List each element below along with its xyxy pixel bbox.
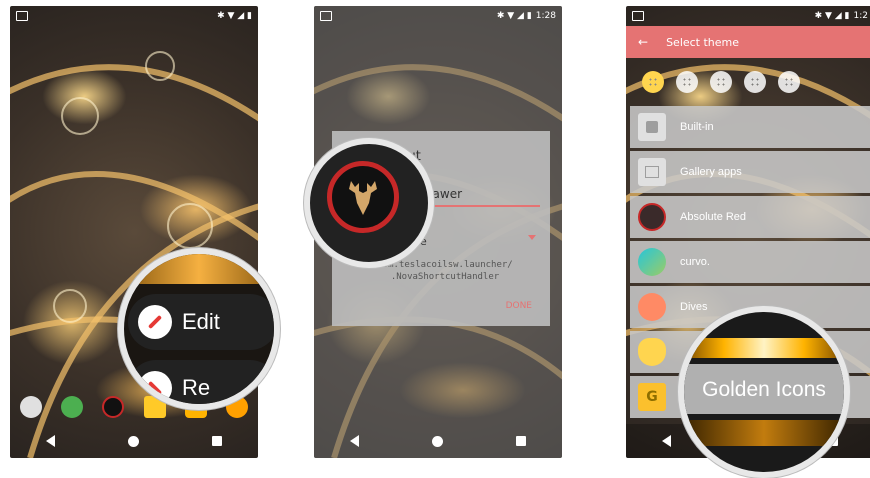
back-icon[interactable]	[662, 435, 672, 447]
magnifier-shortcut-icon	[304, 138, 434, 268]
magnified-wallpaper	[124, 254, 274, 284]
dives-icon	[638, 293, 666, 321]
package-line-2: .NovaShortcutHandler	[390, 272, 500, 282]
tulip-icon	[638, 338, 666, 366]
status-time: 1:2	[853, 11, 868, 21]
home-icon[interactable]	[431, 435, 443, 447]
input-underline	[420, 205, 540, 207]
magnified-wallpaper	[684, 420, 844, 446]
nav-bar	[10, 424, 258, 458]
notification-icon	[16, 11, 28, 21]
back-arrow-icon[interactable]: ←	[638, 35, 648, 49]
notification-icon	[632, 11, 644, 21]
tab-grid-color[interactable]	[744, 71, 766, 93]
remove-label-partial: Re	[182, 375, 211, 400]
edit-label: Edit	[182, 309, 220, 334]
tab-grid-more[interactable]	[778, 71, 800, 93]
deer-icon	[349, 181, 377, 215]
nav-bar	[314, 424, 562, 458]
golden-g-icon: G	[638, 383, 666, 411]
status-bar: ✱ ▼ ◢ ▮ 1:2	[626, 6, 870, 26]
status-time: 1:28	[535, 11, 556, 21]
recents-icon[interactable]	[211, 436, 222, 446]
magnified-gold-band	[684, 338, 844, 358]
magnifier-golden-icons: Golden Icons	[678, 306, 850, 478]
menu-item-remove[interactable]: Re	[128, 360, 274, 404]
gallery-icon	[638, 158, 666, 186]
status-icons: ✱ ▼ ◢ ▮ 1:28	[496, 11, 556, 21]
list-item-label: Dives	[680, 301, 708, 313]
messages-icon[interactable]	[19, 396, 42, 418]
android-icon	[638, 113, 666, 141]
list-item-label: Gallery apps	[680, 166, 742, 178]
pencil-icon	[138, 305, 172, 339]
notification-icon	[320, 11, 332, 21]
magnifier-edit-menu: Edit Re	[118, 248, 280, 410]
page-title: Select theme	[666, 35, 740, 49]
curvo-icon	[638, 248, 666, 276]
list-item-label: curvo.	[680, 256, 710, 268]
tab-grid-gray[interactable]	[710, 71, 732, 93]
list-item[interactable]: Absolute Red	[630, 196, 870, 238]
status-icons: ✱ ▼ ◢ ▮ 1:2	[814, 11, 868, 21]
list-item-label: Built-in	[680, 121, 714, 133]
back-icon[interactable]	[350, 435, 360, 447]
tab-grid-yellow[interactable]	[642, 71, 664, 93]
status-icons: ✱ ▼ ◢ ▮	[217, 11, 252, 21]
tab-grid-white[interactable]	[676, 71, 698, 93]
home-icon[interactable]	[127, 435, 139, 447]
icon-shape-tabs	[626, 58, 870, 106]
back-icon[interactable]	[46, 435, 56, 447]
status-bar: ✱ ▼ ◢ ▮	[10, 6, 258, 26]
close-icon	[138, 371, 172, 404]
list-item[interactable]: curvo.	[630, 241, 870, 283]
done-button[interactable]: DONE	[506, 301, 532, 311]
deer-icon[interactable]	[102, 396, 125, 418]
absolute-red-icon	[638, 203, 666, 231]
status-bar: ✱ ▼ ◢ ▮ 1:28	[314, 6, 562, 26]
list-item[interactable]: Gallery apps	[630, 151, 870, 193]
menu-item-edit[interactable]: Edit	[128, 294, 274, 350]
list-item[interactable]: Built-in	[630, 106, 870, 148]
shortcut-icon-button[interactable]	[327, 161, 399, 233]
app-bar: ← Select theme	[626, 26, 870, 58]
list-item-label: Absolute Red	[680, 211, 747, 223]
chevron-down-icon[interactable]	[528, 235, 536, 240]
recents-icon[interactable]	[515, 436, 526, 446]
golden-icons-label: Golden Icons	[702, 378, 826, 401]
drive-icon[interactable]	[60, 396, 83, 418]
